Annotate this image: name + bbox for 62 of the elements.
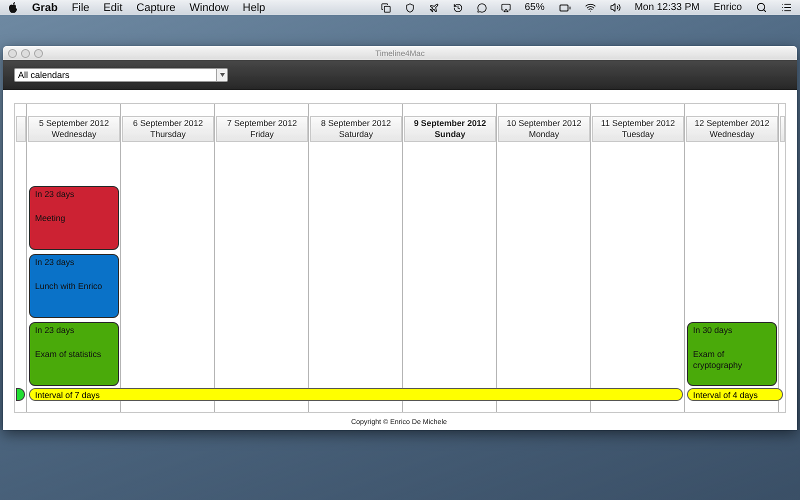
day-date: 8 September 2012 [321,118,391,129]
menu-item[interactable]: File [72,2,90,14]
day-date: 5 September 2012 [39,118,109,129]
event-title: Exam of statistics [35,349,102,360]
window-title: Timeline4Mac [375,48,425,58]
day-weekday: Saturday [338,129,374,140]
menu-item[interactable]: Window [190,2,229,14]
speech-bubble-icon[interactable] [476,2,487,12]
event-card[interactable]: In 23 days Lunch with Enrico [29,254,119,318]
interval-bar[interactable]: Interval of 4 days [687,388,783,401]
event-countdown: In 23 days [35,189,76,200]
event-title: Lunch with Enrico [35,281,104,292]
clock-icon[interactable] [452,2,463,12]
event-title: Exam of cryptography [693,349,744,371]
day-header[interactable]: 9 September 2012 Sunday [404,116,496,142]
day-weekday: Tuesday [622,129,654,140]
calendar-dropdown[interactable]: All calendars [14,68,228,82]
day-date: 7 September 2012 [227,118,297,129]
interval-marker[interactable] [16,388,25,401]
day-weekday: Wednesday [52,129,96,140]
apple-icon[interactable] [8,2,18,13]
caret-icon [220,73,224,77]
event-title: Meeting [35,213,66,224]
day-header[interactable]: 7 September 2012 Friday [216,116,308,142]
interval-bar[interactable]: Interval of 7 days [29,388,683,401]
day-header[interactable]: 10 September 2012 Monday [498,116,590,142]
day-weekday: Friday [250,129,274,140]
day-date: 12 September 2012 [694,118,770,129]
search-icon[interactable] [756,2,767,13]
volume-icon[interactable] [610,2,621,13]
day-weekday: Monday [528,129,560,140]
day-date: 10 September 2012 [506,118,582,129]
event-card[interactable]: In 23 days Exam of statistics [29,322,119,386]
menu-item[interactable]: Capture [136,2,176,14]
day-weekday: Thursday [150,129,186,140]
plane-icon[interactable] [428,2,439,12]
day-header[interactable]: 6 September 2012 Thursday [122,116,214,142]
windows-icon[interactable] [380,2,391,12]
day-header[interactable]: 8 September 2012 Saturday [310,116,402,142]
event-countdown: In 30 days [693,325,734,336]
menu-clock[interactable]: Mon 12:33 PM [634,2,700,13]
day-weekday: Sunday [434,129,466,140]
battery-icon[interactable] [558,2,571,14]
battery-percent: 65% [524,2,545,13]
list-icon[interactable] [781,2,792,13]
day-header[interactable]: 12 September 2012 Wednesday [686,116,778,142]
day-date: 6 September 2012 [133,118,203,129]
wifi-icon[interactable] [584,2,596,13]
shield-icon[interactable] [404,2,415,12]
menu-item[interactable]: Edit [103,2,122,14]
user-name[interactable]: Enrico [714,2,742,13]
day-date: 9 September 2012 [414,118,486,129]
menu-item[interactable]: Help [242,2,266,14]
menu-item[interactable]: Grab [32,2,58,14]
display-icon[interactable] [500,2,511,12]
day-date: 11 September 2012 [600,118,676,129]
day-weekday: Wednesday [710,129,754,140]
event-card[interactable]: In 30 days Exam of cryptography [687,322,777,386]
day-header[interactable]: 11 September 2012 Tuesday [592,116,684,142]
event-countdown: In 23 days [35,257,76,268]
event-countdown: In 23 days [35,325,76,336]
day-header[interactable]: 5 September 2012 Wednesday [28,116,120,142]
